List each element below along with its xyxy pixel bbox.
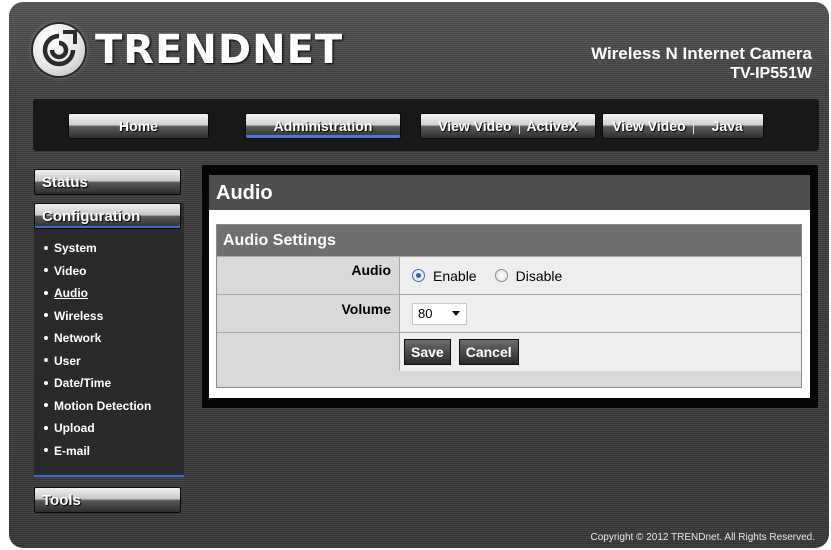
sidebar-item-email[interactable]: E-mail [34, 440, 184, 463]
radio-selected-icon [412, 269, 425, 282]
sidebar-configuration-button[interactable]: Configuration [34, 203, 181, 229]
volume-select[interactable]: 80 [412, 302, 467, 325]
nav-view-video-label: View Video [438, 118, 512, 134]
sidebar-item-upload[interactable]: Upload [34, 417, 184, 440]
copyright-text: Copyright © 2012 TRENDnet. All Rights Re… [590, 532, 815, 543]
bullet-icon [44, 268, 48, 273]
bullet-icon [44, 335, 48, 340]
actions-row: Save Cancel [217, 332, 801, 371]
save-button[interactable]: Save [404, 339, 451, 365]
nav-administration-label: Administration [273, 118, 373, 134]
actions-spacer [217, 333, 399, 371]
menu-divider [34, 475, 184, 477]
radio-unselected-icon [494, 269, 508, 282]
sidebar-item-system[interactable]: System [34, 237, 184, 260]
volume-field: 80 [399, 295, 801, 332]
nav-home-button[interactable]: Home [68, 113, 209, 139]
volume-row: Volume 80 [217, 294, 801, 332]
audio-field: Enable Disable [399, 257, 801, 294]
bullet-icon [44, 380, 48, 385]
bullet-icon [44, 425, 48, 430]
trendnet-logo: TRENDNET [33, 24, 343, 76]
sidebar-status-button[interactable]: Status [34, 169, 181, 195]
product-info: Wireless N Internet Camera TV-IP551W [591, 44, 812, 84]
app-frame: TRENDNET Wireless N Internet Camera TV-I… [9, 2, 829, 548]
sidebar-item-user[interactable]: User [34, 350, 184, 373]
nav-view-video-activex-button[interactable]: View Video ActiveX [420, 113, 596, 139]
bullet-icon [44, 245, 48, 250]
cancel-button[interactable]: Cancel [458, 339, 519, 365]
sidebar-item-network[interactable]: Network [34, 327, 184, 350]
nav-java-label: Java [711, 118, 743, 134]
sidebar-tools-label: Tools [42, 491, 81, 509]
page-title: Audio [209, 175, 810, 210]
nav-home-label: Home [119, 118, 158, 134]
nav-view-video-java-button[interactable]: View Video Java [602, 113, 764, 139]
bullet-icon [44, 313, 48, 318]
sidebar-item-video[interactable]: Video [34, 260, 184, 283]
content-area: Audio Settings Audio Enable Disable Volu… [209, 210, 810, 398]
actions-field: Save Cancel [399, 333, 801, 371]
bullet-icon [44, 448, 48, 453]
sidebar-configuration-panel: Configuration System Video Audio Wireles… [34, 203, 184, 477]
sidebar-item-audio[interactable]: Audio [34, 282, 184, 305]
audio-settings-table: Audio Settings Audio Enable Disable Volu… [216, 224, 802, 388]
product-model: TV-IP551W [730, 65, 812, 82]
top-navigation: Home Administration View Video ActiveX V… [33, 99, 819, 151]
audio-row: Audio Enable Disable [217, 256, 801, 294]
sidebar-item-date-time[interactable]: Date/Time [34, 372, 184, 395]
bullet-icon [44, 358, 48, 363]
audio-disable-radio[interactable]: Disable [494, 267, 563, 284]
brand-name: TRENDNET [95, 27, 344, 73]
volume-label: Volume [217, 295, 399, 332]
product-name: Wireless N Internet Camera [591, 44, 812, 63]
nav-view-video-label: View Video [612, 118, 686, 134]
bullet-icon [44, 290, 48, 295]
nav-activex-label: ActiveX [526, 118, 578, 134]
bullet-icon [44, 403, 48, 408]
configuration-menu: System Video Audio Wireless Network User… [34, 237, 184, 462]
audio-enable-radio[interactable]: Enable [412, 268, 477, 284]
audio-label: Audio [217, 257, 399, 294]
volume-value: 80 [418, 306, 433, 321]
sidebar-configuration-label: Configuration [42, 207, 141, 225]
sidebar-tools-button[interactable]: Tools [34, 487, 181, 513]
audio-disable-label: Disable [515, 267, 563, 284]
logo-mark-icon [33, 24, 85, 76]
main-panel: Audio Audio Settings Audio Enable Disabl… [202, 165, 818, 408]
sidebar-status-label: Status [42, 173, 88, 191]
audio-enable-label: Enable [433, 267, 477, 284]
section-title: Audio Settings [217, 225, 801, 256]
sidebar-item-wireless[interactable]: Wireless [34, 305, 184, 328]
chevron-down-icon [452, 311, 460, 316]
nav-administration-button[interactable]: Administration [245, 113, 401, 139]
sidebar-item-motion-detection[interactable]: Motion Detection [34, 395, 184, 418]
